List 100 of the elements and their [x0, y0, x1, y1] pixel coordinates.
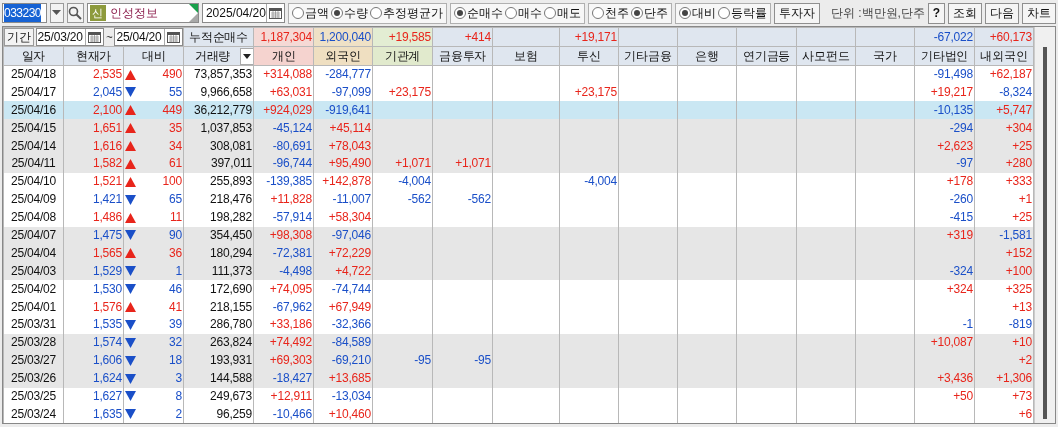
table-row[interactable]: 25/04/14 1,616 34 308,081 -80,691 +78,043 +2,623 +25	[3, 137, 1034, 155]
table-cell: -919,641	[313, 101, 373, 120]
radio-button[interactable]: 등락률	[717, 4, 767, 22]
radio-button[interactable]: 추정평균가	[369, 4, 443, 22]
search-icon[interactable]	[68, 6, 83, 20]
down-arrow-icon	[125, 194, 136, 205]
table-cell: 1,565	[63, 244, 124, 263]
table-row[interactable]: 25/04/17 2,045 55 9,966,658 +63,031 -97,099 +23,175 +23,175 +19,217 -8,324	[3, 83, 1034, 102]
up-arrow-icon	[125, 212, 136, 223]
table-row[interactable]: 25/04/18 2,535 490 73,857,353 +314,088 -284,777 -91,498 +62,187	[3, 65, 1034, 84]
help-button[interactable]: ?	[927, 2, 945, 24]
table-cell: 65	[169, 191, 182, 209]
action-button[interactable]: 차트	[1022, 2, 1056, 24]
table-cell: 1,530	[63, 280, 124, 299]
table-row[interactable]: 25/04/10 1,521 100 255,893 -139,385 +142,878 -4,004 -4,004 +178 +333	[3, 172, 1034, 191]
table-cell: 1,529	[63, 262, 124, 281]
table-cell: 32	[169, 334, 182, 352]
table-cell: 25/03/24	[3, 405, 64, 424]
table-row[interactable]: 25/03/25 1,627 8 249,673 +12,911 -13,034 +50 +73	[3, 387, 1034, 406]
market-badge: 신	[89, 5, 106, 21]
table-cell: +74,095	[253, 280, 314, 299]
table-cell: 25/04/14	[3, 137, 64, 155]
table-cell: +5,747	[974, 101, 1034, 120]
summary-label: 누적순매수	[183, 27, 254, 47]
stock-code-field[interactable]: 033230	[2, 3, 47, 23]
investor-button[interactable]: 투자자	[773, 2, 820, 24]
table-cell: -45,124	[253, 119, 314, 138]
dropdown-button[interactable]	[49, 3, 64, 23]
radio-button[interactable]: 수량	[330, 4, 368, 22]
radio-button[interactable]: 순매수	[453, 4, 503, 22]
table-cell: -72,381	[253, 244, 314, 263]
table-cell: +304	[974, 119, 1034, 138]
table-cell: 96,259	[183, 405, 254, 424]
table-row[interactable]: 25/04/01 1,576 41 218,155 -67,962 +67,949 +13	[3, 298, 1034, 316]
table-cell: 90	[169, 226, 182, 244]
table-cell: 25/04/02	[3, 280, 64, 299]
table-cell: 3	[175, 370, 182, 388]
caret-icon[interactable]	[52, 10, 62, 16]
stock-name-field[interactable]: 신 인성정보	[86, 3, 199, 23]
table-cell: 2,100	[63, 101, 124, 120]
down-arrow-icon	[125, 319, 136, 330]
table-cell: 218,155	[183, 298, 254, 316]
radio-button[interactable]: 대비	[678, 4, 716, 22]
table-cell: 1,651	[63, 119, 124, 138]
table-row[interactable]: 25/04/03 1,529 1 111,373 -4,498 +4,722 -324 +100	[3, 262, 1034, 281]
scrollbar[interactable]	[1034, 27, 1055, 424]
table-row[interactable]: 25/03/27 1,606 18 193,931 +69,303 -69,210 -95 -95 +2	[3, 351, 1034, 370]
down-arrow-icon	[125, 337, 136, 348]
stock-name: 인성정보	[109, 5, 158, 22]
table-row[interactable]: 25/04/15 1,651 35 1,037,853 -45,124 +45,114 -294 +304	[3, 119, 1034, 138]
table-cell: 180,294	[183, 244, 254, 263]
table-cell: -324	[914, 262, 975, 281]
up-arrow-icon	[125, 69, 136, 80]
table-row[interactable]: 25/04/08 1,486 11 198,282 -57,914 +58,304 -415 +25	[3, 208, 1034, 227]
summary-value: +19,585	[372, 27, 433, 47]
up-arrow-icon	[125, 176, 136, 187]
table-cell: 172,690	[183, 280, 254, 299]
table-cell: -74,744	[313, 280, 373, 299]
table-row[interactable]: 25/03/26 1,624 3 144,588 -18,427 +13,685 +3,436 +1,306	[3, 369, 1034, 388]
action-button[interactable]: 조회	[948, 2, 982, 24]
table-cell: +19,217	[914, 83, 975, 102]
up-arrow-icon	[125, 158, 136, 169]
table-row[interactable]: 25/04/04 1,565 36 180,294 -72,381 +72,229 +152	[3, 244, 1034, 263]
table-cell: 55	[169, 83, 182, 101]
table-row[interactable]: 25/03/24 1,635 2 96,259 -10,466 +10,460 +6	[3, 405, 1034, 424]
table-cell: +325	[974, 280, 1034, 299]
table-cell: -294	[914, 119, 975, 138]
table-cell: 111,373	[183, 262, 254, 281]
table-cell: +152	[974, 244, 1034, 263]
table-cell: -8,324	[974, 83, 1034, 102]
radio-button[interactable]: 매도	[543, 4, 581, 22]
caret-icon[interactable]	[243, 53, 251, 59]
table-cell: +100	[974, 262, 1034, 281]
summary-value: +414	[432, 27, 493, 47]
table-row[interactable]: 25/04/07 1,475 90 354,450 +98,308 -97,046 +319 -1,581	[3, 226, 1034, 245]
summary-value: +60,173	[974, 27, 1034, 47]
table-cell: +23,175	[372, 83, 433, 102]
summary-value: -67,022	[914, 27, 975, 47]
table-cell: 1,616	[63, 137, 124, 155]
table-cell: 2	[175, 405, 182, 423]
table-cell: 1,576	[63, 298, 124, 316]
radio-button[interactable]: 매수	[504, 4, 542, 22]
table-row[interactable]: 25/03/31 1,535 39 286,780 +33,186 -32,366 -1 -819	[3, 315, 1034, 334]
table-row[interactable]: 25/03/28 1,574 32 263,824 +74,492 -84,589 +10,087 +10	[3, 333, 1034, 352]
up-arrow-icon	[125, 123, 136, 134]
table-cell: +72,229	[313, 244, 373, 263]
table-row[interactable]: 25/04/16 2,100 449 36,212,779 +924,029 -919,641 -10,135 +5,747	[3, 101, 1034, 120]
down-arrow-icon	[125, 355, 136, 366]
table-row[interactable]: 25/04/09 1,421 65 218,476 +11,828 -11,007 -562 -562 -260 +1	[3, 190, 1034, 209]
table-row[interactable]: 25/04/02 1,530 46 172,690 +74,095 -74,744 +324 +325	[3, 280, 1034, 299]
unit-label: 단위 :백만원,단주	[830, 5, 925, 22]
up-arrow-icon	[125, 105, 136, 116]
table-cell: 25/04/01	[3, 298, 64, 316]
radio-button[interactable]: 금액	[291, 4, 329, 22]
table-cell: +23,175	[559, 83, 619, 102]
radio-button[interactable]: 단주	[630, 4, 668, 22]
table-cell: 35	[169, 119, 182, 137]
table-row[interactable]: 25/04/11 1,582 61 397,011 -96,744 +95,490 +1,071 +1,071 -97 +280	[3, 154, 1034, 173]
action-button[interactable]: 다음	[985, 2, 1019, 24]
radio-button[interactable]: 천주	[591, 4, 629, 22]
